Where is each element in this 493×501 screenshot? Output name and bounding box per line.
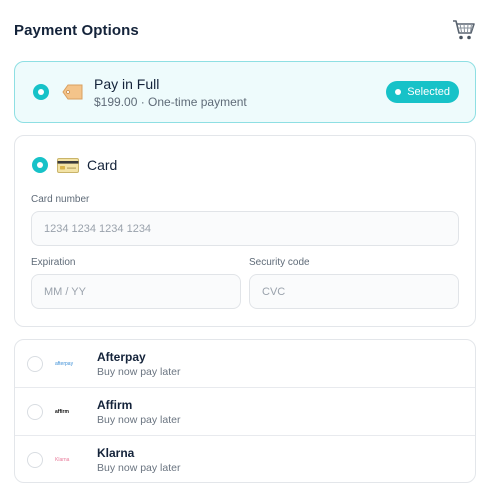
expiration-input[interactable]: MM / YY xyxy=(31,274,241,309)
affirm-radio[interactable] xyxy=(27,403,43,420)
shopping-cart-icon[interactable] xyxy=(452,19,476,41)
credit-card-icon xyxy=(57,157,79,173)
card-option-header: Card xyxy=(31,157,117,173)
selected-badge: Selected xyxy=(386,81,459,103)
afterpay-logo-icon: afterpay xyxy=(55,360,74,367)
pay-in-full-title: Pay in Full xyxy=(94,75,160,92)
price-tag-icon xyxy=(62,84,83,100)
pay-in-full-subtitle: $199.00 · One-time payment xyxy=(94,94,247,109)
klarna-radio[interactable] xyxy=(27,452,43,468)
expiration-label: Expiration xyxy=(31,257,76,268)
buy-now-pay-later-list: afterpay Afterpay Buy now pay later affi… xyxy=(14,339,476,483)
list-item-afterpay[interactable]: afterpay Afterpay Buy now pay later xyxy=(15,340,475,388)
afterpay-name: Afterpay xyxy=(97,349,146,364)
security-code-label: Security code xyxy=(249,257,310,268)
badge-dot-icon xyxy=(395,89,402,95)
card-number-label: Card number xyxy=(31,194,90,205)
security-code-input[interactable]: CVC xyxy=(249,274,459,309)
klarna-name: Klarna xyxy=(97,446,135,460)
klarna-logo-icon: Klarna xyxy=(55,457,70,463)
pay-in-full-option[interactable]: Pay in Full $199.00 · One-time payment S… xyxy=(14,61,476,123)
afterpay-radio[interactable] xyxy=(27,355,43,372)
list-item-klarna[interactable]: Klarna Klarna Buy now pay later xyxy=(15,436,475,482)
payment-options-page: Payment Options Pay in Full $199.00 · On… xyxy=(0,0,493,501)
affirm-name: Affirm xyxy=(97,397,133,412)
list-item-affirm[interactable]: affirm Affirm Buy now pay later xyxy=(15,388,475,436)
affirm-logo-icon: affirm xyxy=(55,408,69,415)
header: Payment Options xyxy=(14,16,476,44)
afterpay-subtitle: Buy now pay later xyxy=(97,365,181,378)
card-radio[interactable] xyxy=(32,157,48,173)
card-number-input[interactable]: 1234 1234 1234 1234 xyxy=(31,211,459,246)
pay-in-full-radio[interactable] xyxy=(33,84,49,100)
pay-in-full-text: Pay in Full $199.00 · One-time payment xyxy=(94,76,386,109)
card-payment-option[interactable]: Card Card number 1234 1234 1234 1234 Exp… xyxy=(14,135,476,327)
klarna-subtitle: Buy now pay later xyxy=(97,462,181,474)
affirm-subtitle: Buy now pay later xyxy=(97,413,181,426)
page-title: Payment Options xyxy=(14,21,139,39)
card-title: Card xyxy=(87,157,118,173)
selected-badge-label: Selected xyxy=(407,86,450,98)
